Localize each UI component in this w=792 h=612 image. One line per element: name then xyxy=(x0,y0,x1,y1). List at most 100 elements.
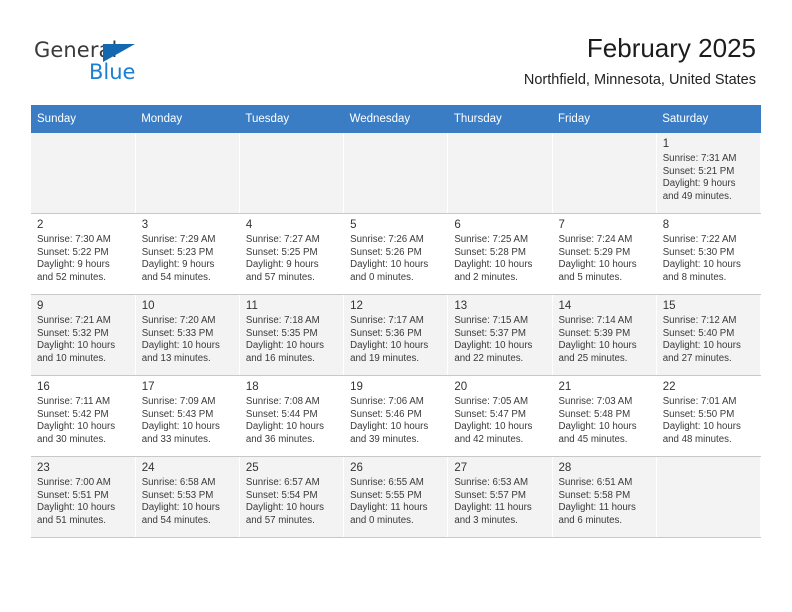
weekday-header-thursday: Thursday xyxy=(447,105,553,133)
day-number: 4 xyxy=(245,219,253,231)
day-daylight-text: Daylight: 9 hours xyxy=(37,259,110,271)
day-daylight-text: Daylight: 10 hours xyxy=(662,340,741,352)
calendar-day-cell[interactable]: 23 Sunrise: 7:00 AM Sunset: 5:51 PM Dayligh… xyxy=(31,456,136,538)
day-daylight-text: Daylight: 10 hours xyxy=(37,502,116,514)
day-daylight-text: Daylight: 11 hours xyxy=(454,502,532,514)
day-cell-content: 12 Sunrise: 7:17 AM Sunset: 5:36 PM Dayligh… xyxy=(344,295,447,375)
day-number: 19 xyxy=(350,381,363,393)
day-cell-content: 14 Sunrise: 7:14 AM Sunset: 5:39 PM Dayligh… xyxy=(553,295,656,375)
calendar-day-cell[interactable]: 13 Sunrise: 7:15 AM Sunset: 5:37 PM Dayligh… xyxy=(447,294,553,376)
calendar-day-cell[interactable]: 10 Sunrise: 7:20 AM Sunset: 5:33 PM Dayligh… xyxy=(135,294,240,376)
day-daylight-text: Daylight: 11 hours xyxy=(350,502,428,514)
day-daylight-text: Daylight: 10 hours xyxy=(245,421,324,433)
day-cell-content: 13 Sunrise: 7:15 AM Sunset: 5:37 PM Dayligh… xyxy=(448,295,551,375)
day-cell-content: 23 Sunrise: 7:00 AM Sunset: 5:51 PM Dayligh… xyxy=(31,457,135,537)
calendar-day-cell[interactable]: 9 Sunrise: 7:21 AM Sunset: 5:32 PM Daylight… xyxy=(31,294,136,376)
calendar-day-cell[interactable]: 3 Sunrise: 7:29 AM Sunset: 5:23 PM Daylight… xyxy=(135,213,240,295)
calendar-day-cell[interactable]: 1 Sunrise: 7:31 AM Sunset: 5:21 PM Daylight… xyxy=(656,133,762,214)
calendar-day-cell[interactable]: 6 Sunrise: 7:25 AM Sunset: 5:28 PM Daylight… xyxy=(447,213,553,295)
calendar-day-cell[interactable]: 27 Sunrise: 6:53 AM Sunset: 5:57 PM Dayligh… xyxy=(447,456,553,538)
day-sunrise-text: Sunrise: 6:58 AM xyxy=(141,477,216,488)
calendar-day-cell[interactable]: 19 Sunrise: 7:06 AM Sunset: 5:46 PM Dayligh… xyxy=(343,375,449,457)
day-sunrise-text: Sunrise: 7:01 AM xyxy=(662,396,737,407)
calendar-cell-empty xyxy=(552,133,657,214)
day-sunset-text: Sunset: 5:36 PM xyxy=(350,327,422,339)
calendar-day-cell[interactable]: 20 Sunrise: 7:05 AM Sunset: 5:47 PM Dayligh… xyxy=(447,375,553,457)
brand-logo[interactable]: General Blue xyxy=(34,38,254,90)
day-sunset-text: Sunset: 5:50 PM xyxy=(662,408,735,420)
day-daylight-text: and 30 minutes. xyxy=(37,433,106,445)
day-sunset-text: Sunset: 5:55 PM xyxy=(350,489,422,501)
day-daylight-text: and 19 minutes. xyxy=(350,352,420,364)
day-sunset-text: Sunset: 5:48 PM xyxy=(558,408,631,420)
day-daylight-text: and 48 minutes. xyxy=(662,433,732,445)
calendar-day-cell[interactable]: 18 Sunrise: 7:08 AM Sunset: 5:44 PM Dayligh… xyxy=(239,375,345,457)
calendar-day-cell[interactable]: 15 Sunrise: 7:12 AM Sunset: 5:40 PM Dayligh… xyxy=(656,294,762,376)
day-cell-content: 17 Sunrise: 7:09 AM Sunset: 5:43 PM Dayligh… xyxy=(136,376,239,456)
day-sunrise-text: Sunrise: 6:53 AM xyxy=(454,477,529,488)
calendar-day-cell[interactable]: 26 Sunrise: 6:55 AM Sunset: 5:55 PM Dayligh… xyxy=(343,456,449,538)
day-sunset-text: Sunset: 5:51 PM xyxy=(37,489,109,501)
calendar-day-cell[interactable]: 4 Sunrise: 7:27 AM Sunset: 5:25 PM Daylight… xyxy=(239,213,345,295)
calendar-day-cell[interactable]: 2 Sunrise: 7:30 AM Sunset: 5:22 PM Daylight… xyxy=(31,213,136,295)
calendar-day-cell[interactable]: 28 Sunrise: 6:51 AM Sunset: 5:58 PM Dayligh… xyxy=(552,456,657,538)
calendar-day-cell[interactable]: 12 Sunrise: 7:17 AM Sunset: 5:36 PM Dayligh… xyxy=(343,294,449,376)
day-sunset-text: Sunset: 5:29 PM xyxy=(558,246,631,258)
day-daylight-text: and 45 minutes. xyxy=(558,433,628,445)
day-number: 1 xyxy=(662,138,670,150)
calendar-day-cell[interactable]: 5 Sunrise: 7:26 AM Sunset: 5:26 PM Daylight… xyxy=(343,213,449,295)
day-daylight-text: Daylight: 10 hours xyxy=(558,421,637,433)
calendar-cell-empty xyxy=(343,133,449,214)
weekday-header-saturday: Saturday xyxy=(656,105,761,133)
day-daylight-text: and 2 minutes. xyxy=(454,271,518,283)
calendar-day-cell[interactable]: 24 Sunrise: 6:58 AM Sunset: 5:53 PM Dayligh… xyxy=(135,456,240,538)
day-sunset-text: Sunset: 5:35 PM xyxy=(245,327,318,339)
day-cell-content: 5 Sunrise: 7:26 AM Sunset: 5:26 PM Daylight… xyxy=(344,214,447,294)
day-cell-content: 22 Sunrise: 7:01 AM Sunset: 5:50 PM Dayligh… xyxy=(657,376,760,456)
day-cell-content: 26 Sunrise: 6:55 AM Sunset: 5:55 PM Dayligh… xyxy=(344,457,447,537)
calendar-day-cell[interactable]: 17 Sunrise: 7:09 AM Sunset: 5:43 PM Dayligh… xyxy=(135,375,240,457)
day-sunrise-text: Sunrise: 7:30 AM xyxy=(37,234,111,245)
day-sunrise-text: Sunrise: 7:00 AM xyxy=(37,477,111,488)
calendar-day-cell[interactable]: 7 Sunrise: 7:24 AM Sunset: 5:29 PM Daylight… xyxy=(552,213,657,295)
day-daylight-text: and 22 minutes. xyxy=(454,352,524,364)
calendar-day-cell[interactable]: 8 Sunrise: 7:22 AM Sunset: 5:30 PM Daylight… xyxy=(656,213,762,295)
day-sunset-text: Sunset: 5:42 PM xyxy=(37,408,109,420)
day-sunset-text: Sunset: 5:53 PM xyxy=(141,489,214,501)
day-daylight-text: and 0 minutes. xyxy=(350,514,414,526)
day-number: 2 xyxy=(37,219,44,231)
day-sunset-text: Sunset: 5:44 PM xyxy=(245,408,318,420)
day-number: 20 xyxy=(454,381,468,393)
day-cell-content: 20 Sunrise: 7:05 AM Sunset: 5:47 PM Dayligh… xyxy=(448,376,551,456)
day-sunrise-text: Sunrise: 7:11 AM xyxy=(37,396,111,407)
calendar-day-cell[interactable]: 11 Sunrise: 7:18 AM Sunset: 5:35 PM Dayligh… xyxy=(239,294,345,376)
calendar-day-cell[interactable]: 14 Sunrise: 7:14 AM Sunset: 5:39 PM Dayligh… xyxy=(552,294,657,376)
day-number: 17 xyxy=(141,381,155,393)
day-sunrise-text: Sunrise: 7:22 AM xyxy=(662,234,737,245)
day-number: 9 xyxy=(37,300,44,312)
day-number: 13 xyxy=(454,300,468,312)
day-daylight-text: and 13 minutes. xyxy=(141,352,211,364)
day-sunrise-text: Sunrise: 7:03 AM xyxy=(558,396,633,407)
calendar-day-cell[interactable]: 22 Sunrise: 7:01 AM Sunset: 5:50 PM Dayligh… xyxy=(656,375,762,457)
page-subtitle: Northfield, Minnesota, United States xyxy=(523,72,756,88)
day-daylight-text: Daylight: 10 hours xyxy=(558,259,637,271)
day-cell-content: 6 Sunrise: 7:25 AM Sunset: 5:28 PM Daylight… xyxy=(448,214,551,294)
day-daylight-text: and 33 minutes. xyxy=(141,433,211,445)
calendar-day-cell[interactable]: 21 Sunrise: 7:03 AM Sunset: 5:48 PM Dayligh… xyxy=(552,375,657,457)
day-cell-content: 18 Sunrise: 7:08 AM Sunset: 5:44 PM Dayligh… xyxy=(240,376,343,456)
day-daylight-text: Daylight: 10 hours xyxy=(245,502,324,514)
day-number: 8 xyxy=(662,219,670,231)
day-daylight-text: and 25 minutes. xyxy=(558,352,628,364)
day-daylight-text: and 51 minutes. xyxy=(37,514,106,526)
day-daylight-text: Daylight: 10 hours xyxy=(454,421,533,433)
calendar-day-cell[interactable]: 25 Sunrise: 6:57 AM Sunset: 5:54 PM Dayligh… xyxy=(239,456,345,538)
calendar-cell-empty xyxy=(656,456,762,538)
calendar-day-cell[interactable]: 16 Sunrise: 7:11 AM Sunset: 5:42 PM Dayligh… xyxy=(31,375,136,457)
day-sunset-text: Sunset: 5:32 PM xyxy=(37,327,109,339)
day-daylight-text: and 3 minutes. xyxy=(454,514,518,526)
day-cell-content: 16 Sunrise: 7:11 AM Sunset: 5:42 PM Dayligh… xyxy=(31,376,135,456)
day-number: 21 xyxy=(558,381,572,393)
calendar-body: 1 Sunrise: 7:31 AM Sunset: 5:21 PM Daylight… xyxy=(31,133,762,538)
calendar-table: Sunday Monday Tuesday Wednesday Thursday… xyxy=(31,105,762,538)
